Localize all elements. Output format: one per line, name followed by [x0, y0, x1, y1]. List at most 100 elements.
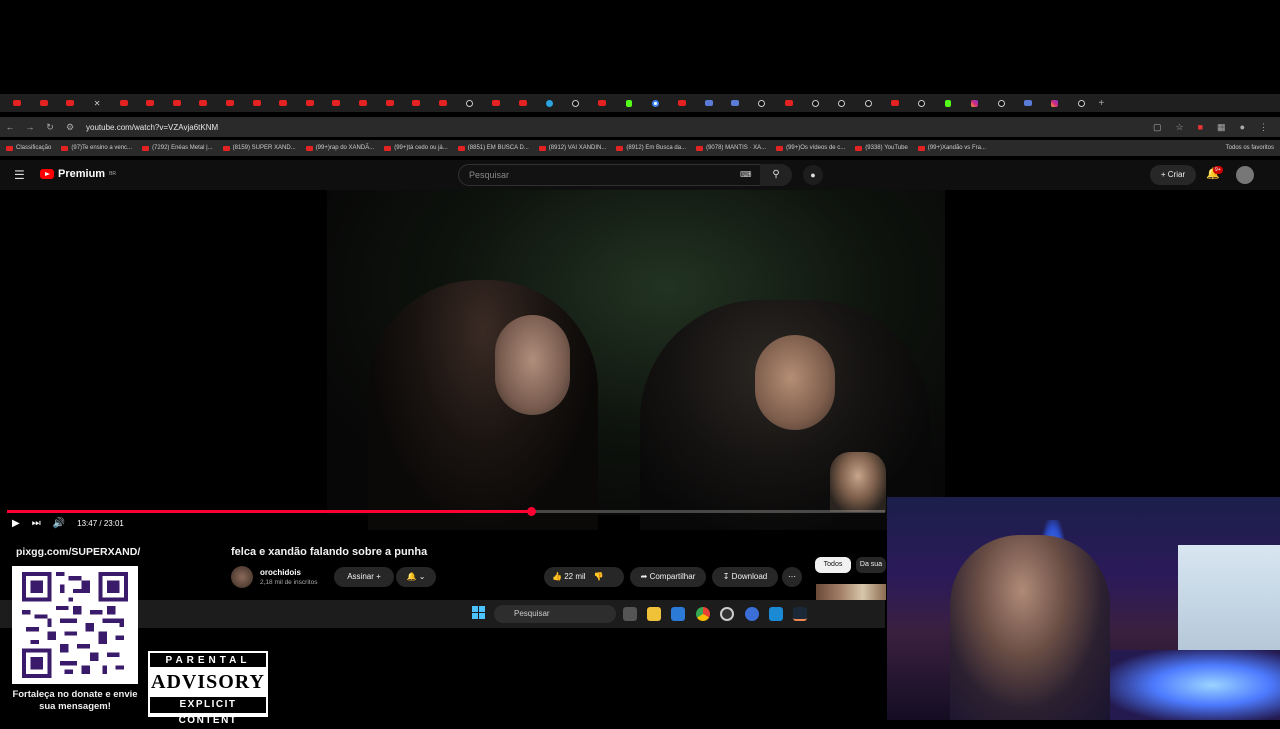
browser-tab[interactable] [350, 94, 377, 112]
browser-tab[interactable] [57, 94, 84, 112]
thumbs-down-icon[interactable]: 👎 [594, 572, 604, 581]
bookmark-item[interactable]: (8851) EM BUSCA D... [457, 145, 529, 151]
bookmark-item[interactable]: (99+)Xandão vs Fra... [917, 145, 986, 151]
browser-tab[interactable] [695, 94, 722, 112]
photos-icon[interactable] [769, 607, 783, 621]
create-button[interactable]: + Criar [1150, 165, 1196, 185]
browser-tab[interactable] [855, 94, 882, 112]
url-field[interactable]: youtube.com/watch?v=VZAvja6tKNM [86, 123, 218, 132]
browser-tab[interactable] [483, 94, 510, 112]
channel-name[interactable]: orochidois [260, 568, 301, 577]
reload-icon[interactable]: ↻ [40, 122, 60, 133]
like-button[interactable]: 👍 22 mil 👎 [544, 567, 624, 587]
forward-icon[interactable]: → [20, 122, 40, 132]
voice-search-button[interactable]: ● [803, 165, 823, 185]
browser-tab[interactable] [669, 94, 696, 112]
bookmark-item[interactable]: (9078) MANTIS · XA... [696, 145, 766, 151]
browser-tab[interactable] [562, 94, 589, 112]
profile-avatar[interactable]: ● [1240, 122, 1245, 133]
browser-tab[interactable] [589, 94, 616, 112]
browser-tab[interactable] [4, 94, 31, 112]
site-info-icon[interactable]: ⚙ [60, 122, 80, 133]
volume-icon[interactable]: 🔊 [53, 518, 65, 529]
task-view-icon[interactable] [623, 607, 637, 621]
chip-all[interactable]: Todos [815, 557, 851, 573]
browser-tab[interactable] [1041, 94, 1068, 112]
browser-tab[interactable] [988, 94, 1015, 112]
browser-tab[interactable] [297, 94, 324, 112]
search-input[interactable]: Pesquisar [458, 164, 766, 186]
store-icon[interactable] [671, 607, 685, 621]
search-button[interactable]: ⚲ [760, 164, 792, 186]
browser-tab[interactable] [509, 94, 536, 112]
browser-tab[interactable]: ✕ [84, 94, 111, 112]
browser-tab[interactable] [802, 94, 829, 112]
bookmark-item[interactable]: Classificação [6, 145, 51, 151]
browser-tab[interactable] [217, 94, 244, 112]
back-icon[interactable]: ← [0, 122, 20, 132]
file-explorer-icon[interactable] [647, 607, 661, 621]
bookmark-item[interactable]: (99+)rap do XANDÃ... [305, 145, 374, 151]
notification-settings-button[interactable]: 🔔 ⌄ [396, 567, 436, 587]
browser-tab[interactable] [190, 94, 217, 112]
youtube-logo[interactable]: Premium BR [40, 168, 116, 180]
bookmark-item[interactable]: (9338) YouTube [855, 145, 908, 151]
chip-from-channel[interactable]: Da sua [856, 557, 886, 573]
browser-tab[interactable] [882, 94, 909, 112]
menu-icon[interactable]: ⋮ [1259, 122, 1268, 133]
taskbar-search-input[interactable]: Pesquisar [494, 605, 616, 623]
share-button[interactable]: ➦ Compartilhar [630, 567, 706, 587]
browser-tab[interactable] [110, 94, 137, 112]
new-tab-icon[interactable]: + [1098, 98, 1104, 109]
browser-tab[interactable] [31, 94, 58, 112]
settings-icon[interactable] [745, 607, 759, 621]
browser-tab[interactable] [1068, 94, 1095, 112]
subscribe-button[interactable]: Assinar + [334, 567, 394, 587]
play-icon[interactable]: ▶ [12, 518, 20, 529]
bookmark-item[interactable]: (8912) Em Busca da... [616, 145, 686, 151]
browser-tab[interactable] [243, 94, 270, 112]
bookmark-item[interactable]: (97)Te ensino a venc... [61, 145, 132, 151]
browser-tab[interactable] [323, 94, 350, 112]
bookmark-item[interactable]: (8159) SUPER XAND... [222, 145, 296, 151]
puzzle-icon[interactable]: ▦ [1217, 122, 1226, 133]
download-button[interactable]: ↧ Download [712, 567, 778, 587]
browser-tab[interactable] [828, 94, 855, 112]
recommended-thumbnails[interactable] [816, 584, 886, 600]
browser-tab[interactable] [456, 94, 483, 112]
bookmark-star-icon[interactable]: ☆ [1176, 122, 1184, 133]
bookmark-item[interactable]: (99+)tá cedo ou já... [384, 145, 448, 151]
browser-tab[interactable] [775, 94, 802, 112]
obs-icon[interactable] [720, 607, 734, 621]
browser-tab[interactable] [430, 94, 457, 112]
close-tab-icon[interactable]: ✕ [94, 99, 101, 108]
browser-tab[interactable] [403, 94, 430, 112]
bookmark-item[interactable]: (7292) Enéas Metal |... [142, 145, 213, 151]
browser-tab[interactable] [376, 94, 403, 112]
browser-tab[interactable] [642, 94, 669, 112]
bookmark-item[interactable]: (99+)Os vídeos de c... [776, 145, 845, 151]
bookmark-item[interactable]: (8912) VAI XANDIN... [538, 145, 606, 151]
extension-icon[interactable]: ■ [1198, 122, 1203, 133]
browser-tab[interactable] [164, 94, 191, 112]
browser-tab[interactable] [616, 94, 643, 112]
all-favorites-folder[interactable]: Todos os favoritos [1226, 145, 1280, 151]
channel-avatar[interactable] [231, 566, 253, 588]
steam-icon[interactable] [793, 607, 807, 621]
browser-tab[interactable] [935, 94, 962, 112]
install-icon[interactable]: ▢ [1153, 122, 1162, 133]
browser-tab[interactable] [536, 94, 563, 112]
browser-tab[interactable] [722, 94, 749, 112]
browser-tab[interactable] [137, 94, 164, 112]
browser-tab[interactable] [961, 94, 988, 112]
next-icon[interactable]: ⏭ [32, 518, 41, 529]
browser-tab[interactable] [749, 94, 776, 112]
browser-tab[interactable] [908, 94, 935, 112]
keyboard-icon[interactable]: ⌨ [740, 170, 752, 179]
browser-tab[interactable] [270, 94, 297, 112]
hamburger-menu-icon[interactable]: ☰ [14, 168, 25, 182]
chrome-icon[interactable] [696, 607, 710, 621]
more-actions-button[interactable]: ⋯ [782, 567, 802, 587]
account-avatar[interactable] [1236, 166, 1254, 184]
windows-start-icon[interactable] [472, 606, 486, 620]
